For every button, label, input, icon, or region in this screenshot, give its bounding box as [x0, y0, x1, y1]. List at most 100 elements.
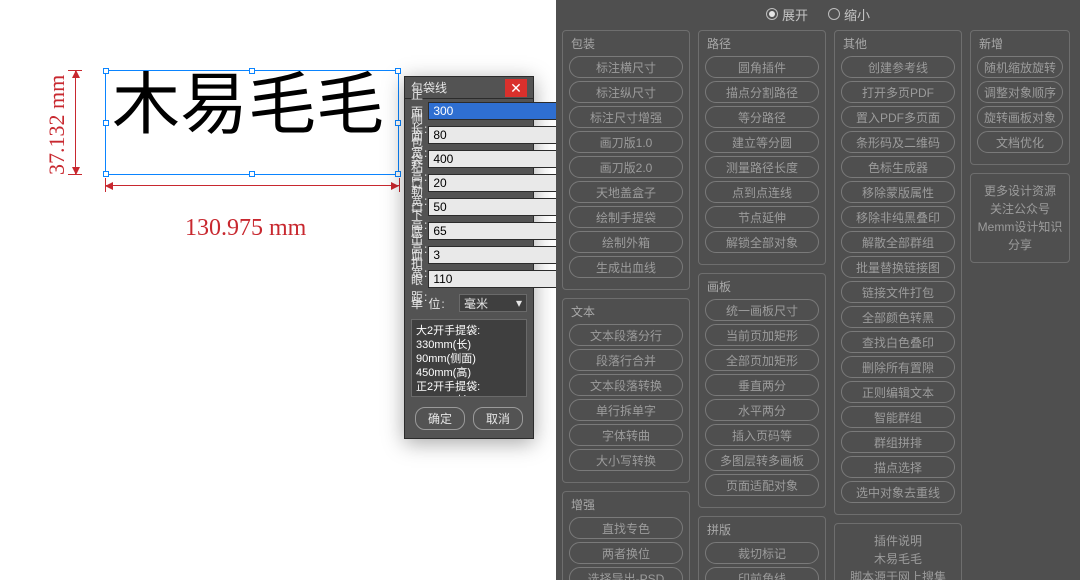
- tool-button[interactable]: 删除所有置隙: [841, 356, 955, 378]
- info-block: 更多设计资源关注公众号Memm设计知识分享: [970, 173, 1070, 263]
- horizontal-dimension-value: 130.975 mm: [185, 215, 306, 242]
- tool-button[interactable]: 大小写转换: [569, 449, 683, 471]
- tool-button[interactable]: 标注尺寸增强: [569, 106, 683, 128]
- tool-button[interactable]: 单行拆单字: [569, 399, 683, 421]
- group-title: 其他: [843, 35, 955, 52]
- tool-button[interactable]: 天地盖盒子: [569, 181, 683, 203]
- info-line: 更多设计资源: [975, 182, 1065, 200]
- chevron-down-icon: ▾: [516, 296, 522, 310]
- tool-button[interactable]: 群组拼排: [841, 431, 955, 453]
- tool-button[interactable]: 画刀版2.0: [569, 156, 683, 178]
- group: 画板统一画板尺寸当前页加矩形全部页加矩形垂直两分水平两分插入页码等多图层转多画板…: [698, 273, 826, 508]
- tool-button[interactable]: 圆角插件: [705, 56, 819, 78]
- ok-button[interactable]: 确定: [415, 407, 465, 430]
- dialog-close-button[interactable]: ✕: [505, 79, 527, 97]
- tool-button[interactable]: 标注纵尺寸: [569, 81, 683, 103]
- radio-on-icon: [766, 8, 778, 20]
- tool-button[interactable]: 文档优化: [977, 131, 1063, 153]
- tool-button[interactable]: 裁切标记: [705, 542, 819, 564]
- bag-line-dialog: 包袋线 ✕ 正面长: 关闭 侧面宽: 包袋高: 粘口宽: 勒口高: 下底高:: [404, 76, 534, 439]
- group-title: 插件说明: [839, 532, 957, 550]
- info-line: 关注公众号: [975, 200, 1065, 218]
- tool-button[interactable]: 旋转画板对象: [977, 106, 1063, 128]
- tool-button[interactable]: 画刀版1.0: [569, 131, 683, 153]
- tool-button[interactable]: 移除蒙版属性: [841, 181, 955, 203]
- tool-button[interactable]: 解锁全部对象: [705, 231, 819, 253]
- dialog-info-box: 大2开手提袋: 330mm(长) 90mm(侧面) 450mm(高) 正2开手提…: [411, 319, 527, 397]
- tool-button[interactable]: 文本段落转换: [569, 374, 683, 396]
- tool-button[interactable]: 选择导出-PSD: [569, 567, 683, 580]
- tab-expand-label: 展开: [782, 5, 808, 24]
- group-title: 文本: [571, 303, 683, 320]
- tool-button[interactable]: 全部颜色转黑: [841, 306, 955, 328]
- tool-button[interactable]: 建立等分圆: [705, 131, 819, 153]
- tool-button[interactable]: 点到点连线: [705, 181, 819, 203]
- info-block: 插件说明木易毛毛脚本源于网上搜集版权归原作者所有设计资源分享VX：yc15942…: [834, 523, 962, 580]
- panel-tabs: 展开 缩小: [556, 0, 1080, 28]
- tool-button[interactable]: 文本段落分行: [569, 324, 683, 346]
- selection-bounding-box: [105, 70, 399, 175]
- group-title: 增强: [571, 496, 683, 513]
- tool-button[interactable]: 调整对象顺序: [977, 81, 1063, 103]
- tool-button[interactable]: 多图层转多画板: [705, 449, 819, 471]
- tool-button[interactable]: 字体转曲: [569, 424, 683, 446]
- tool-button[interactable]: 创建参考线: [841, 56, 955, 78]
- vertical-dimension-arrow: [75, 70, 77, 175]
- tab-collapse-label: 缩小: [844, 5, 870, 24]
- radio-off-icon: [828, 8, 840, 20]
- group-title: 路径: [707, 35, 819, 52]
- tool-button[interactable]: 统一画板尺寸: [705, 299, 819, 321]
- plugin-panel: 展开 缩小 包装标注横尺寸标注纵尺寸标注尺寸增强画刀版1.0画刀版2.0天地盖盒…: [556, 0, 1080, 580]
- tool-button[interactable]: 垂直两分: [705, 374, 819, 396]
- group: 拼版裁切标记印前角线一键拼版自动拼版阵列复制标记线生成: [698, 516, 826, 580]
- tool-button[interactable]: 移除非纯黑叠印: [841, 206, 955, 228]
- tool-button[interactable]: 两者换位: [569, 542, 683, 564]
- tool-button[interactable]: 绘制外箱: [569, 231, 683, 253]
- tool-button[interactable]: 描点选择: [841, 456, 955, 478]
- tool-button[interactable]: 绘制手提袋: [569, 206, 683, 228]
- tool-button[interactable]: 置入PDF多页面: [841, 106, 955, 128]
- group-title: 新增: [979, 35, 1063, 52]
- tool-button[interactable]: 生成出血线: [569, 256, 683, 278]
- info-line: 脚本源于网上搜集: [839, 568, 957, 580]
- unit-select-value: 毫米: [464, 295, 488, 312]
- tool-button[interactable]: 全部页加矩形: [705, 349, 819, 371]
- tool-button[interactable]: 插入页码等: [705, 424, 819, 446]
- cancel-button[interactable]: 取消: [473, 407, 523, 430]
- tool-button[interactable]: 页面适配对象: [705, 474, 819, 496]
- tool-button[interactable]: 印前角线: [705, 567, 819, 580]
- unit-select[interactable]: 毫米 ▾: [459, 294, 527, 312]
- group-title: 拼版: [707, 521, 819, 538]
- tool-button[interactable]: 直找专色: [569, 517, 683, 539]
- group: 包装标注横尺寸标注纵尺寸标注尺寸增强画刀版1.0画刀版2.0天地盖盒子绘制手提袋…: [562, 30, 690, 290]
- tab-collapse[interactable]: 缩小: [828, 5, 870, 24]
- tool-button[interactable]: 标注横尺寸: [569, 56, 683, 78]
- group: 文本文本段落分行段落行合并文本段落转换单行拆单字字体转曲大小写转换: [562, 298, 690, 483]
- tool-button[interactable]: 条形码及二维码: [841, 131, 955, 153]
- tool-button[interactable]: 段落行合并: [569, 349, 683, 371]
- tool-button[interactable]: 批量替换链接图: [841, 256, 955, 278]
- tool-button[interactable]: 描点分割路径: [705, 81, 819, 103]
- info-line: 木易毛毛: [839, 550, 957, 568]
- horizontal-dimension-arrow: [105, 185, 399, 187]
- tool-button[interactable]: 测量路径长度: [705, 156, 819, 178]
- info-line: Memm设计知识分享: [975, 218, 1065, 254]
- tool-button[interactable]: 节点延伸: [705, 206, 819, 228]
- tab-expand[interactable]: 展开: [766, 5, 808, 24]
- tool-button[interactable]: 打开多页PDF: [841, 81, 955, 103]
- tool-button[interactable]: 选中对象去重线: [841, 481, 955, 503]
- tool-button[interactable]: 随机缩放旋转: [977, 56, 1063, 78]
- unit-label: 单 位:: [411, 295, 459, 312]
- tool-button[interactable]: 正则编辑文本: [841, 381, 955, 403]
- tool-button[interactable]: 解散全部群组: [841, 231, 955, 253]
- tool-button[interactable]: 当前页加矩形: [705, 324, 819, 346]
- tool-button[interactable]: 色标生成器: [841, 156, 955, 178]
- group: 增强直找专色两者换位选择导出-PSD导出jpg选择导出jpg选择增强随机填色: [562, 491, 690, 580]
- group: 路径圆角插件描点分割路径等分路径建立等分圆测量路径长度点到点连线节点延伸解锁全部…: [698, 30, 826, 265]
- tool-button[interactable]: 等分路径: [705, 106, 819, 128]
- tool-button[interactable]: 查找白色叠印: [841, 331, 955, 353]
- group-title: 画板: [707, 278, 819, 295]
- tool-button[interactable]: 智能群组: [841, 406, 955, 428]
- tool-button[interactable]: 水平两分: [705, 399, 819, 421]
- tool-button[interactable]: 链接文件打包: [841, 281, 955, 303]
